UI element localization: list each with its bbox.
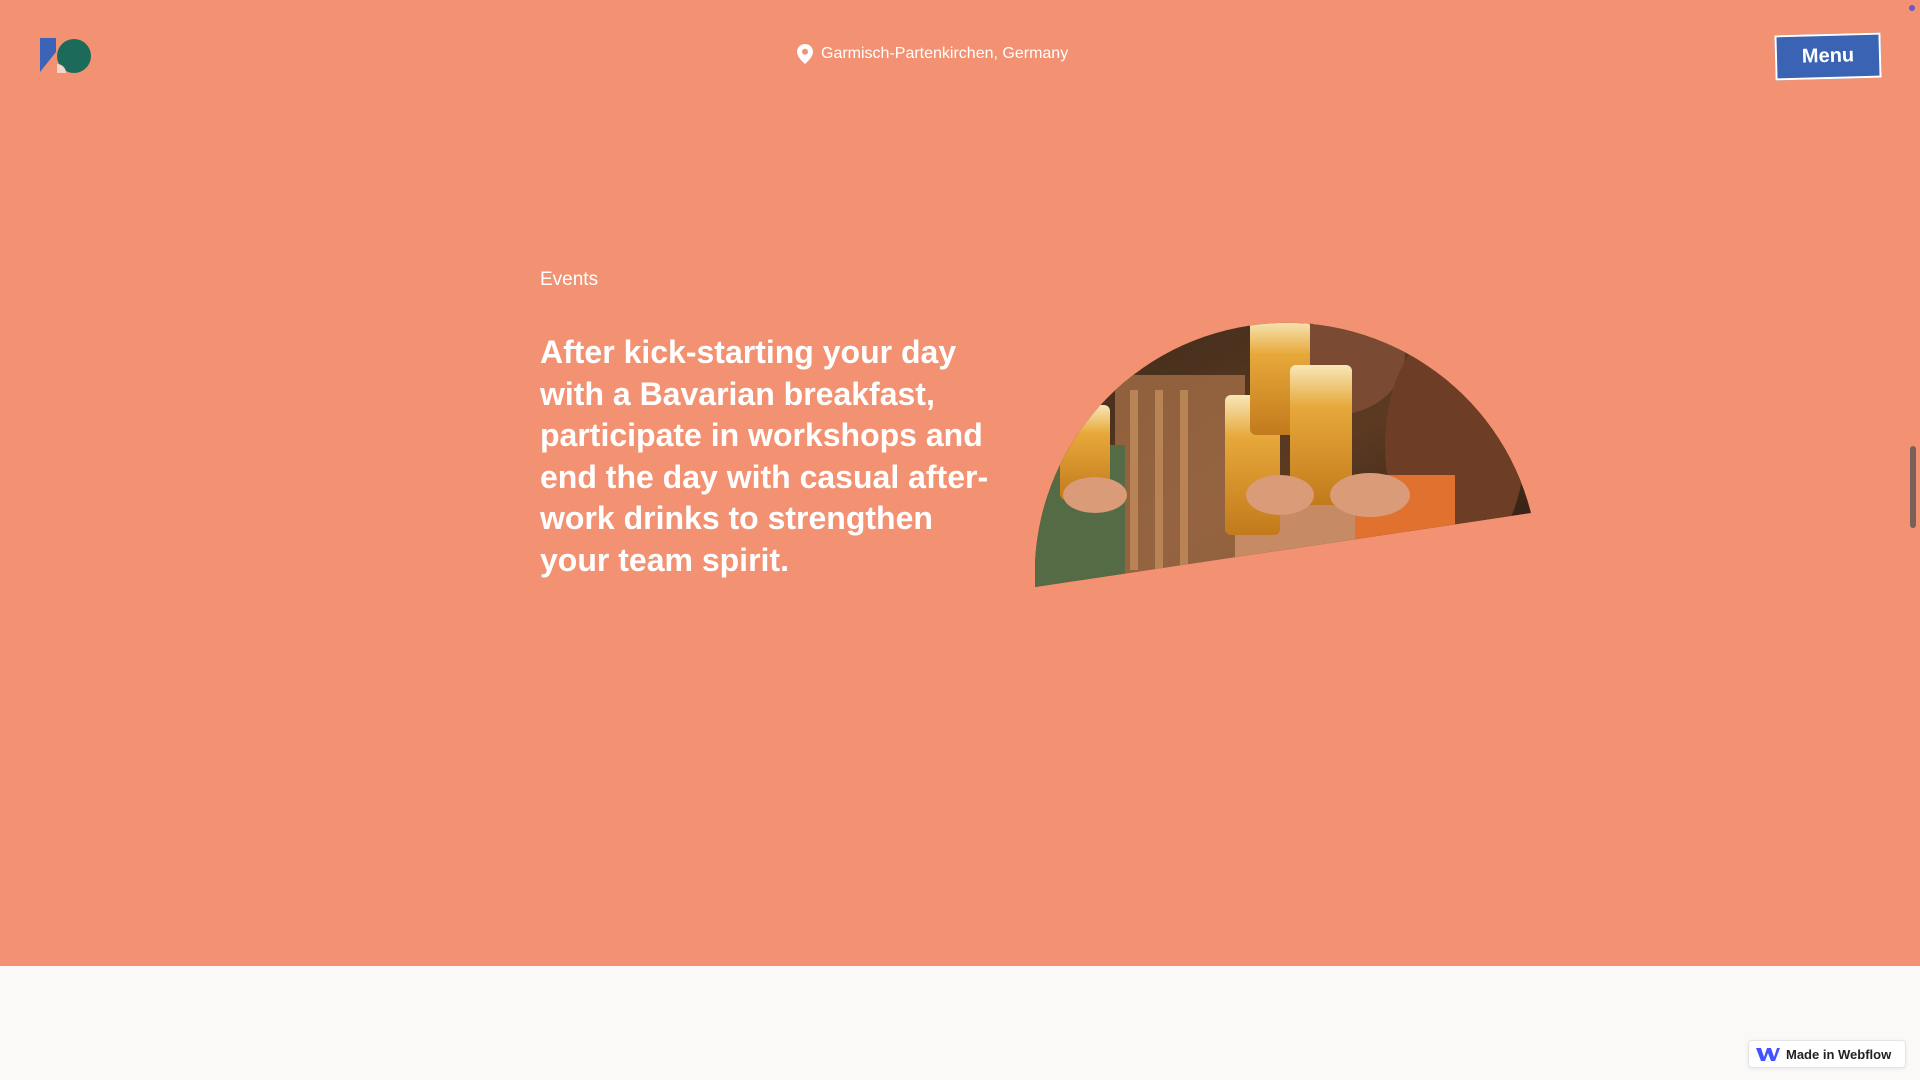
location-label: Garmisch-Partenkirchen, Germany <box>797 44 1068 64</box>
menu-button[interactable]: Menu <box>1774 32 1882 81</box>
made-in-webflow-badge[interactable]: Made in Webflow <box>1748 1040 1906 1068</box>
webflow-logo-icon <box>1756 1048 1780 1061</box>
corner-indicator <box>1909 5 1915 11</box>
webflow-badge-label: Made in Webflow <box>1786 1046 1892 1062</box>
scrollbar-thumb[interactable] <box>1910 446 1916 528</box>
location-text: Garmisch-Partenkirchen, Germany <box>821 45 1069 62</box>
next-section <box>0 966 1920 1080</box>
brand-logo-icon[interactable] <box>40 38 92 74</box>
section-headline: After kick-starting your day with a Bava… <box>540 334 989 578</box>
beer-toast-photo <box>1035 295 1535 587</box>
map-pin-icon <box>797 44 813 64</box>
hero-section: Garmisch-Partenkirchen, Germany Menu Eve… <box>0 0 1920 966</box>
section-eyebrow: Events <box>540 269 599 290</box>
